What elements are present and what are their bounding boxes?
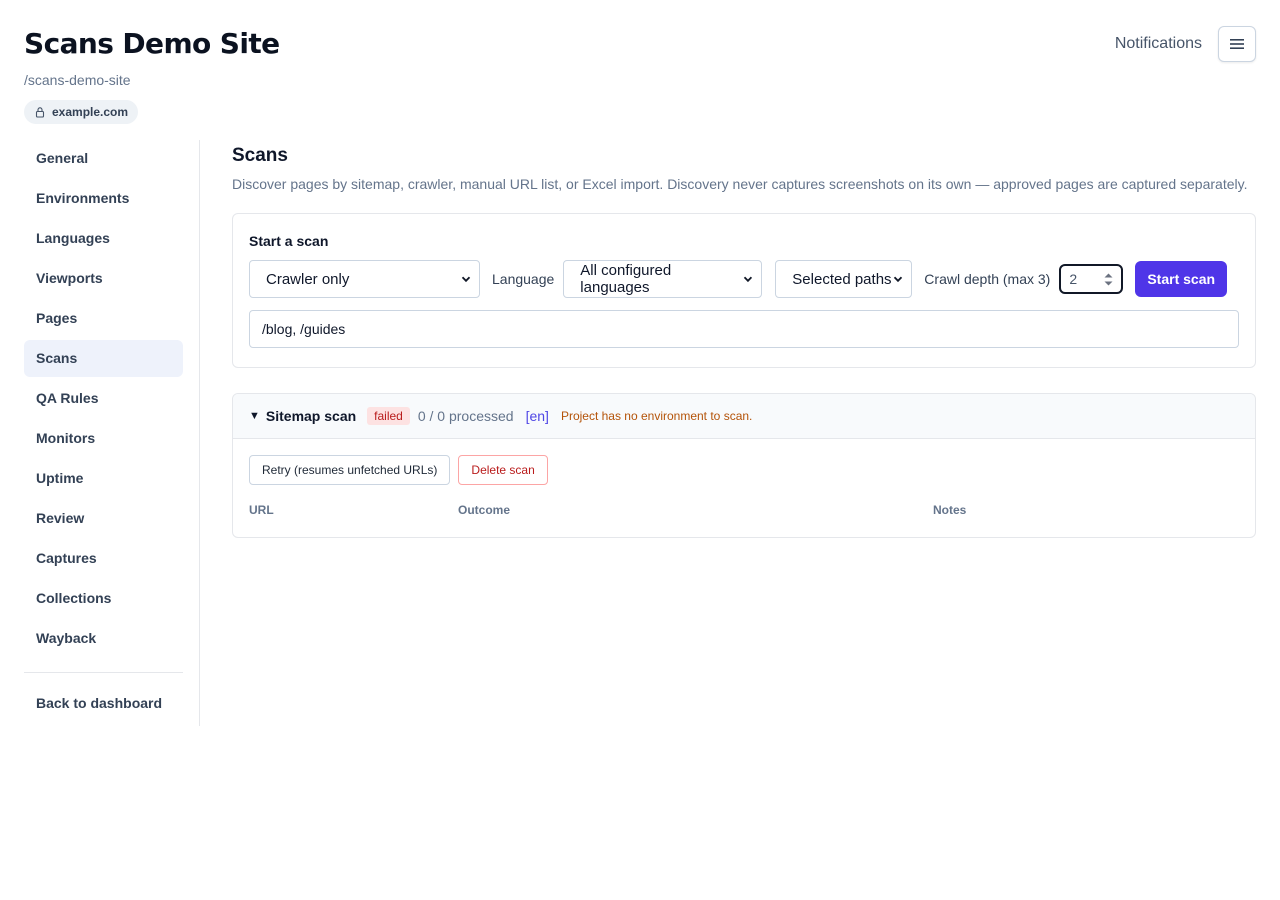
sidebar-item-collections[interactable]: Collections <box>24 580 183 617</box>
retry-button[interactable]: Retry (resumes unfetched URLs) <box>249 455 451 485</box>
sidebar-item-environments[interactable]: Environments <box>24 180 183 217</box>
hamburger-icon <box>1230 39 1244 49</box>
menu-button[interactable] <box>1218 26 1256 62</box>
paths-input[interactable]: /blog, /guides <box>249 310 1239 348</box>
language-select[interactable]: All configured languages <box>563 260 763 298</box>
sidebar-item-viewports[interactable]: Viewports <box>24 260 183 297</box>
column-header-url: URL <box>249 503 274 517</box>
page-description: Discover pages by sitemap, crawler, manu… <box>232 176 1248 192</box>
results-table-header: URL Outcome Notes <box>233 495 1255 531</box>
sidebar-item-pages[interactable]: Pages <box>24 300 183 337</box>
site-header: Scans Demo Site /scans-demo-site example… <box>24 26 280 124</box>
start-scan-button[interactable]: Start scan <box>1135 261 1228 297</box>
sidebar-item-general[interactable]: General <box>24 140 183 177</box>
scope-value: Selected paths <box>792 270 892 288</box>
language-label: Language <box>492 271 555 287</box>
start-scan-card: Start a scan Crawler only Language All c… <box>232 213 1256 368</box>
scope-select[interactable]: Selected paths <box>775 260 913 298</box>
sidebar-item-captures[interactable]: Captures <box>24 540 183 577</box>
crawl-depth-label: Crawl depth (max 3) <box>924 271 1051 287</box>
column-header-notes: Notes <box>933 503 967 517</box>
scan-details: ▼ Sitemap scan failed 0 / 0 processed [e… <box>232 393 1256 538</box>
processed-count: 0 / 0 processed <box>417 408 514 424</box>
sidebar-item-scans[interactable]: Scans <box>24 340 183 377</box>
scan-error-message: Project has no environment to scan. <box>560 409 753 423</box>
sidebar-item-wayback[interactable]: Wayback <box>24 620 183 657</box>
sidebar-item-review[interactable]: Review <box>24 500 183 537</box>
domain-badge: example.com <box>24 100 139 124</box>
crawl-depth-value: 2 <box>1069 271 1078 287</box>
sidebar-nav: General Environments Languages Viewports… <box>24 140 199 657</box>
sidebar-item-qa-rules[interactable]: QA Rules <box>24 380 183 417</box>
sidebar-item-languages[interactable]: Languages <box>24 220 183 257</box>
page-title: Scans <box>232 145 288 166</box>
sidebar-item-monitors[interactable]: Monitors <box>24 420 183 457</box>
scan-name: Sitemap scan <box>265 408 357 424</box>
chevron-down-icon <box>894 276 903 283</box>
caret-down-icon <box>1104 281 1113 285</box>
chevron-down-icon <box>461 276 471 283</box>
scan-mode-select[interactable]: Crawler only <box>249 260 480 298</box>
status-badge: failed <box>367 407 410 425</box>
start-scan-heading: Start a scan <box>249 233 329 249</box>
scan-mode-value: Crawler only <box>266 270 350 288</box>
stepper-arrows[interactable] <box>1104 273 1113 286</box>
crawl-depth-input[interactable]: 2 <box>1059 264 1124 294</box>
scan-controls: Crawler only Language All configured lan… <box>249 260 1239 298</box>
triangle-down-icon: ▼ <box>249 410 260 422</box>
scan-language: [en] <box>525 408 549 424</box>
back-to-dashboard-link[interactable]: Back to dashboard <box>24 695 199 711</box>
sidebar: General Environments Languages Viewports… <box>24 140 200 726</box>
notifications-link[interactable]: Notifications <box>1115 35 1202 53</box>
sidebar-item-uptime[interactable]: Uptime <box>24 460 183 497</box>
column-header-outcome: Outcome <box>458 503 511 517</box>
scan-actions: Retry (resumes unfetched URLs) Delete sc… <box>233 439 1255 485</box>
sidebar-divider <box>24 672 183 673</box>
domain-label: example.com <box>52 105 129 119</box>
caret-up-icon <box>1104 273 1113 277</box>
top-right-actions: Notifications <box>1115 26 1256 62</box>
delete-scan-button[interactable]: Delete scan <box>458 455 548 485</box>
lock-icon <box>35 107 45 118</box>
main-content: Scans Discover pages by sitemap, crawler… <box>232 140 1256 538</box>
language-value: All configured languages <box>580 262 672 296</box>
chevron-down-icon <box>744 276 753 283</box>
site-slug: /scans-demo-site <box>24 72 131 88</box>
scan-summary-toggle[interactable]: ▼ Sitemap scan failed 0 / 0 processed [e… <box>233 394 1255 439</box>
site-title: Scans Demo Site <box>24 27 280 60</box>
